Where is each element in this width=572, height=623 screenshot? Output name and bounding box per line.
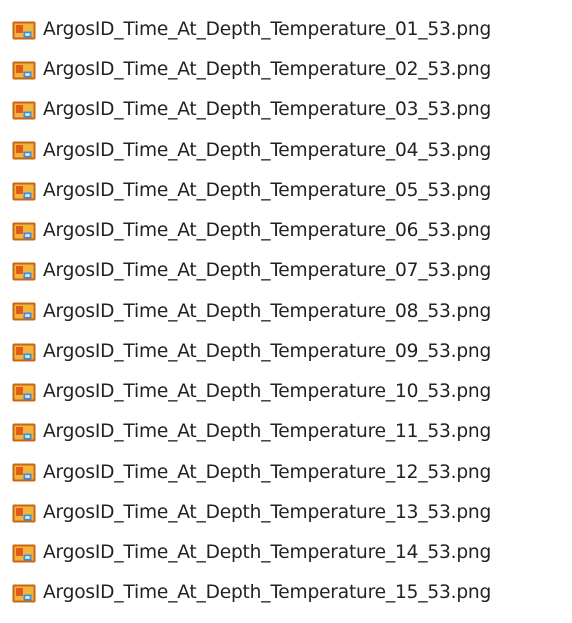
- file-list-item[interactable]: ArgosID_Time_At_Depth_Temperature_13_53.…: [12, 493, 568, 533]
- png-image-file-icon: [12, 382, 38, 402]
- png-image-file-icon: [12, 101, 38, 121]
- file-name: ArgosID_Time_At_Depth_Temperature_13_53.…: [43, 501, 492, 523]
- file-list-item[interactable]: ArgosID_Time_At_Depth_Temperature_02_53.…: [12, 50, 568, 90]
- file-list-item[interactable]: ArgosID_Time_At_Depth_Temperature_12_53.…: [12, 453, 568, 493]
- file-list-item[interactable]: ArgosID_Time_At_Depth_Temperature_07_53.…: [12, 252, 568, 292]
- png-image-file-icon: [12, 60, 38, 80]
- file-name: ArgosID_Time_At_Depth_Temperature_06_53.…: [43, 220, 492, 242]
- file-name: ArgosID_Time_At_Depth_Temperature_11_53.…: [43, 421, 492, 443]
- png-image-file-icon: [12, 543, 38, 563]
- file-name: ArgosID_Time_At_Depth_Temperature_04_53.…: [43, 139, 492, 161]
- png-image-file-icon: [12, 503, 38, 523]
- png-image-file-icon: [12, 423, 38, 443]
- file-list-item[interactable]: ArgosID_Time_At_Depth_Temperature_04_53.…: [12, 131, 568, 171]
- file-list-item[interactable]: ArgosID_Time_At_Depth_Temperature_05_53.…: [12, 171, 568, 211]
- file-list-item[interactable]: ArgosID_Time_At_Depth_Temperature_15_53.…: [12, 574, 568, 614]
- png-image-file-icon: [12, 463, 38, 483]
- file-list-item[interactable]: ArgosID_Time_At_Depth_Temperature_01_53.…: [12, 10, 568, 50]
- png-image-file-icon: [12, 302, 38, 322]
- file-name: ArgosID_Time_At_Depth_Temperature_03_53.…: [43, 99, 492, 121]
- png-image-file-icon: [12, 262, 38, 282]
- file-list: ArgosID_Time_At_Depth_Temperature_01_53.…: [12, 10, 568, 614]
- file-list-item[interactable]: ArgosID_Time_At_Depth_Temperature_14_53.…: [12, 533, 568, 573]
- file-list-item[interactable]: ArgosID_Time_At_Depth_Temperature_09_53.…: [12, 332, 568, 372]
- file-name: ArgosID_Time_At_Depth_Temperature_10_53.…: [43, 381, 492, 403]
- file-name: ArgosID_Time_At_Depth_Temperature_07_53.…: [43, 260, 492, 282]
- png-image-file-icon: [12, 20, 38, 40]
- png-image-file-icon: [12, 342, 38, 362]
- file-name: ArgosID_Time_At_Depth_Temperature_15_53.…: [43, 582, 492, 604]
- file-name: ArgosID_Time_At_Depth_Temperature_08_53.…: [43, 300, 492, 322]
- file-name: ArgosID_Time_At_Depth_Temperature_01_53.…: [43, 18, 492, 40]
- file-name: ArgosID_Time_At_Depth_Temperature_14_53.…: [43, 542, 492, 564]
- file-name: ArgosID_Time_At_Depth_Temperature_05_53.…: [43, 179, 492, 201]
- file-list-item[interactable]: ArgosID_Time_At_Depth_Temperature_06_53.…: [12, 211, 568, 251]
- file-name: ArgosID_Time_At_Depth_Temperature_09_53.…: [43, 340, 492, 362]
- png-image-file-icon: [12, 181, 38, 201]
- file-list-item[interactable]: ArgosID_Time_At_Depth_Temperature_08_53.…: [12, 292, 568, 332]
- file-list-item[interactable]: ArgosID_Time_At_Depth_Temperature_11_53.…: [12, 413, 568, 453]
- file-list-item[interactable]: ArgosID_Time_At_Depth_Temperature_10_53.…: [12, 372, 568, 412]
- png-image-file-icon: [12, 584, 38, 604]
- file-list-item[interactable]: ArgosID_Time_At_Depth_Temperature_03_53.…: [12, 91, 568, 131]
- file-name: ArgosID_Time_At_Depth_Temperature_02_53.…: [43, 59, 492, 81]
- png-image-file-icon: [12, 221, 38, 241]
- file-name: ArgosID_Time_At_Depth_Temperature_12_53.…: [43, 461, 492, 483]
- png-image-file-icon: [12, 141, 38, 161]
